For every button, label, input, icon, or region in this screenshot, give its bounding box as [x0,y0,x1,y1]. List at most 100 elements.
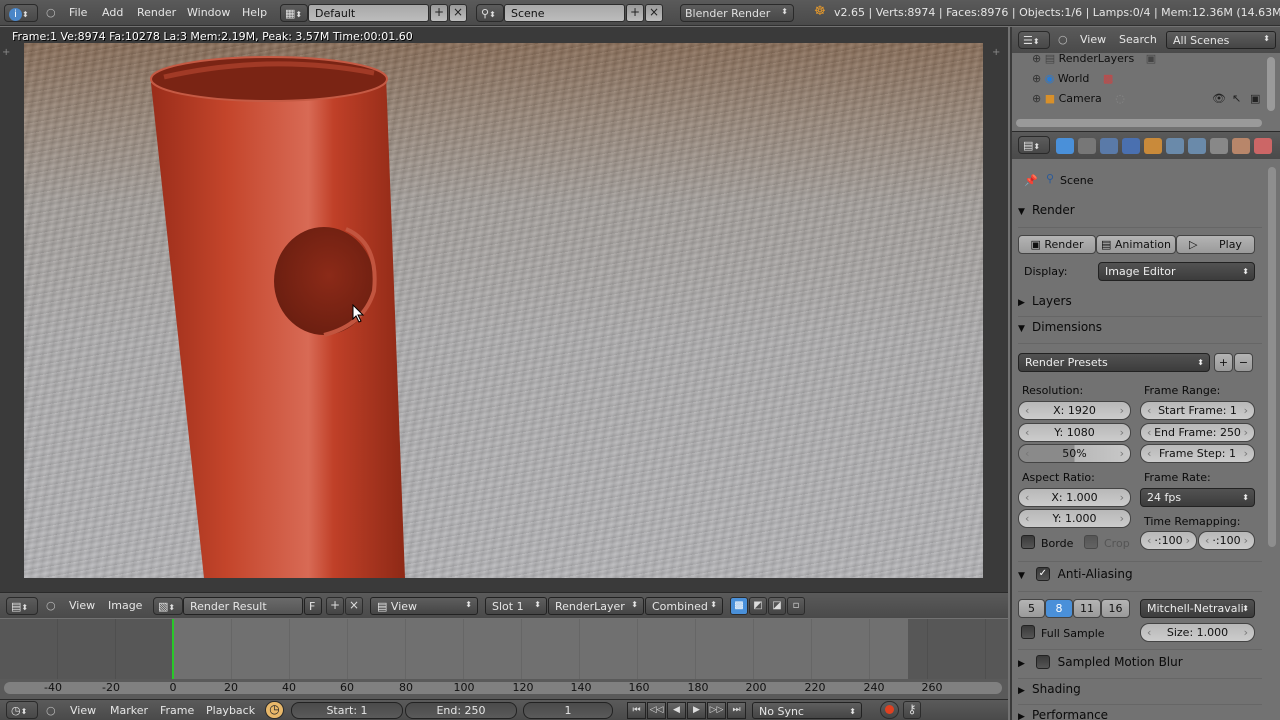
selectability-cursor-icon[interactable]: ↖ [1232,92,1241,105]
jump-end-icon[interactable]: ⏭ [727,702,746,719]
outliner-item-renderlayers[interactable]: ⊕ ▤ RenderLayers ▣ [1032,52,1156,72]
start-frame-field[interactable]: Start: 1 [291,702,403,719]
outliner-filter-dropdown[interactable]: All Scenes ⬍ [1166,31,1276,49]
outliner-item-world[interactable]: ⊕ ◉ World ▩ [1032,72,1113,92]
current-frame-field[interactable]: 1 [523,702,613,719]
frame-rate-dropdown[interactable]: 24 fps ⬍ [1140,488,1255,507]
aa-samples-11-button[interactable]: 11 [1073,599,1101,618]
aa-samples-16-button[interactable]: 16 [1101,599,1130,618]
outliner-horizontal-scrollbar[interactable] [1016,119,1262,127]
preview-range-icon[interactable]: ◷ [265,701,284,719]
animation-button[interactable]: ▤ Animation [1096,235,1176,254]
object-context-icon[interactable] [1144,138,1162,154]
world-context-icon[interactable] [1122,138,1140,154]
menu-render[interactable]: Render [137,6,176,19]
border-checkbox[interactable] [1021,535,1035,549]
properties-editor[interactable]: ▤⬍ 📌 ⚲ Scene ▼ Render ▣ Render ▤ Animatio… [1010,131,1280,720]
scene-field[interactable]: Scene [504,4,625,22]
shading-panel-header[interactable]: ▶ Shading [1018,682,1262,706]
screen-layout-icon[interactable]: ▦⬍ [280,4,308,22]
fake-user-button[interactable]: F [304,597,322,615]
render-pass-dropdown[interactable]: Combined ⬍ [645,597,723,615]
play-button[interactable]: ▷ Play [1176,235,1255,254]
sync-mode-dropdown[interactable]: No Sync ⬍ [752,702,862,719]
menu-search[interactable]: Search [1119,33,1157,46]
time-remap-new-field[interactable]: ·:100 [1198,531,1255,550]
add-preset-button[interactable]: + [1214,353,1233,372]
browse-image-icon[interactable]: ▧⬍ [153,597,183,615]
material-context-icon[interactable] [1232,138,1250,154]
scene-icon[interactable]: ⚲⬍ [476,4,504,22]
motion-blur-panel-header[interactable]: ▶ Sampled Motion Blur [1018,654,1262,679]
aspect-x-field[interactable]: X: 1.000 [1018,488,1131,507]
menu-frame[interactable]: Frame [160,704,194,717]
start-frame-field[interactable]: Start Frame: 1 [1140,401,1255,420]
menu-playback[interactable]: Playback [206,704,255,717]
add-screen-icon[interactable]: + [430,4,448,22]
time-remap-old-field[interactable]: ·:100 [1140,531,1197,550]
slot-dropdown[interactable]: Slot 1 ⬍ [485,597,547,615]
info-editor-type-button[interactable]: i ⬍ [4,4,38,22]
add-scene-icon[interactable]: + [626,4,644,22]
menu-file[interactable]: File [69,6,87,19]
scene-context-icon[interactable] [1100,138,1118,154]
aa-samples-8-button[interactable]: 8 [1045,599,1073,618]
texture-context-icon[interactable] [1254,138,1272,154]
outliner-vertical-scrollbar[interactable] [1267,57,1275,111]
render-layers-context-icon[interactable] [1078,138,1096,154]
alpha-display-icon[interactable]: ◩ [749,597,767,615]
remove-preset-button[interactable]: − [1234,353,1253,372]
constraints-context-icon[interactable] [1166,138,1184,154]
z-buffer-icon[interactable]: ◪ [768,597,786,615]
aa-size-field[interactable]: Size: 1.000 [1140,623,1255,642]
record-button[interactable] [880,701,899,719]
checker-display-icon[interactable]: ▩ [730,597,748,615]
next-keyframe-icon[interactable]: ▷▷ [707,702,726,719]
end-frame-field[interactable]: End: 250 [405,702,517,719]
anti-aliasing-panel-header[interactable]: ▼ ✓ Anti-Aliasing [1018,566,1262,591]
aspect-y-field[interactable]: Y: 1.000 [1018,509,1131,528]
modifiers-context-icon[interactable] [1188,138,1206,154]
properties-editor-type-button[interactable]: ▤⬍ [1018,136,1050,154]
render-presets-dropdown[interactable]: Render Presets ⬍ [1018,353,1210,372]
timeline-current-frame-cursor[interactable] [172,619,174,681]
image-editor[interactable]: Frame:1 Ve:8974 Fa:10278 La:3 Mem:2.19M,… [0,27,1008,592]
render-panel-header[interactable]: ▼ Render [1018,203,1262,227]
anti-aliasing-checkbox[interactable]: ✓ [1035,566,1050,581]
menu-add[interactable]: Add [102,6,123,19]
menu-view[interactable]: View [69,599,95,612]
timeline-editor-type-button[interactable]: ◷⬍ [6,701,38,719]
aa-filter-dropdown[interactable]: Mitchell-Netravali ⬍ [1140,599,1255,618]
render-layer-dropdown[interactable]: RenderLayer ⬍ [548,597,644,615]
menu-image[interactable]: Image [108,599,142,612]
unlink-image-icon[interactable]: × [345,597,363,615]
outliner-item-camera[interactable]: ⊕ ■ Camera ◌ 👁 ↖ ▣ [1032,92,1260,112]
outliner[interactable]: ☰⬍ ○ View Search All Scenes ⬍ ⊕ ▤ Render… [1010,27,1280,131]
jump-start-icon[interactable]: ⏮ [627,702,646,719]
render-engine-dropdown[interactable]: Blender Render ⬍ [680,4,794,22]
resolution-y-field[interactable]: Y: 1080 [1018,423,1131,442]
menu-view[interactable]: View [1080,33,1106,46]
prev-keyframe-icon[interactable]: ◁◁ [647,702,666,719]
render-context-icon[interactable] [1056,138,1074,154]
image-name-field[interactable]: Render Result [183,597,303,615]
editor-type-button[interactable]: ▤⬍ [6,597,38,615]
properties-scrollbar[interactable] [1268,167,1276,547]
full-sample-checkbox[interactable] [1021,625,1035,639]
pin-icon[interactable]: 📌 [1024,174,1038,187]
frame-step-field[interactable]: Frame Step: 1 [1140,444,1255,463]
resolution-x-field[interactable]: X: 1920 [1018,401,1131,420]
screen-layout-field[interactable]: Default [308,4,429,22]
menu-help[interactable]: Help [242,6,267,19]
remove-screen-icon[interactable]: × [449,4,467,22]
render-button[interactable]: ▣ Render [1018,235,1096,254]
dimensions-panel-header[interactable]: ▼ Dimensions [1018,320,1262,344]
menu-window[interactable]: Window [187,6,230,19]
motion-blur-checkbox[interactable] [1035,654,1050,669]
area-split-handle-icon[interactable]: + [992,47,1000,58]
aa-samples-5-button[interactable]: 5 [1018,599,1045,618]
end-frame-field[interactable]: End Frame: 250 [1140,423,1255,442]
object-data-context-icon[interactable] [1210,138,1228,154]
keying-set-icon[interactable]: ⚷ [903,701,921,719]
pin-image-icon[interactable]: ▫ [787,597,805,615]
